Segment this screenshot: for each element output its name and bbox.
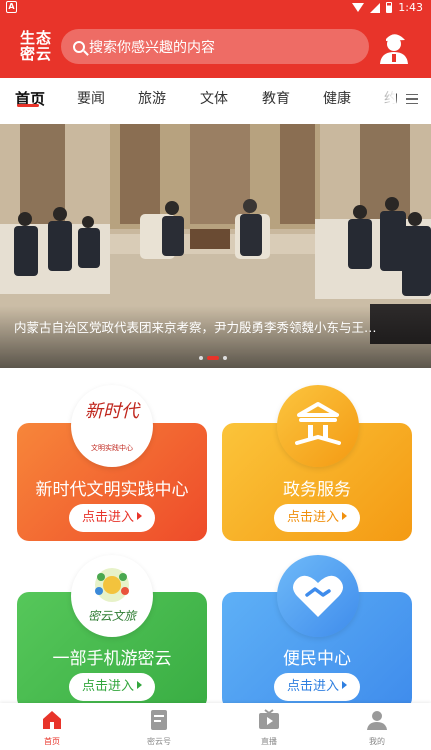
notification-icon: A — [6, 1, 17, 13]
tab-education[interactable]: 教育 — [262, 88, 290, 108]
tab-culture-sports[interactable]: 文体 — [200, 88, 228, 108]
enter-button[interactable]: 点击进入 — [274, 504, 360, 532]
badge-caption: 文明实践中心 — [91, 444, 133, 452]
nav-miyun-account[interactable]: 密云号 — [119, 703, 199, 750]
search-placeholder: 搜索你感兴趣的内容 — [89, 39, 215, 56]
nav-live[interactable]: 直播 — [229, 703, 309, 750]
carousel-dot[interactable] — [223, 356, 227, 360]
civilization-center-badge: 新时代 文明实践中心 — [71, 385, 153, 467]
tab-travel[interactable]: 旅游 — [138, 88, 166, 108]
arrow-right-icon — [137, 512, 142, 520]
tourism-emblem-icon — [95, 568, 129, 602]
enter-button[interactable]: 点击进入 — [274, 673, 360, 701]
nav-home[interactable]: 首页 — [12, 703, 92, 750]
arrow-right-icon — [342, 512, 347, 520]
active-tab-indicator — [17, 104, 39, 107]
enter-button-label: 点击进入 — [81, 679, 134, 694]
app-logo[interactable]: 生态 密云 — [20, 30, 54, 62]
enter-button-label: 点击进入 — [81, 510, 134, 525]
arrow-right-icon — [342, 681, 347, 689]
tab-fade — [366, 78, 396, 118]
nav-label: 直播 — [261, 737, 277, 746]
app-header: A 1:43 生态 密云 搜索你感兴趣的内容 — [0, 0, 431, 78]
carousel-dot-active[interactable] — [207, 356, 219, 360]
nav-profile[interactable]: 我的 — [337, 703, 417, 750]
logo-line-2: 密云 — [20, 45, 53, 63]
government-building-icon — [295, 402, 341, 445]
signal-icon — [370, 2, 381, 13]
carousel-dot[interactable] — [199, 356, 203, 360]
user-avatar-icon[interactable] — [377, 30, 411, 64]
logo-line-1: 生态 — [20, 29, 53, 47]
card-title: 一部手机游密云 — [52, 649, 172, 669]
tab-health[interactable]: 健康 — [323, 88, 351, 108]
battery-icon — [386, 2, 393, 13]
tourism-calligraphy: 密云文旅 — [87, 609, 136, 623]
card-title: 便民中心 — [283, 649, 351, 669]
wifi-icon — [352, 3, 365, 12]
tourism-badge: 密云文旅 — [71, 555, 153, 637]
carousel-indicator — [199, 356, 227, 360]
home-icon — [43, 711, 61, 729]
convenience-badge — [277, 555, 359, 637]
search-icon — [73, 40, 85, 53]
card-title: 新时代文明实践中心 — [35, 480, 189, 500]
enter-button[interactable]: 点击进入 — [69, 673, 155, 701]
status-time: 1:43 — [398, 1, 423, 14]
banner-caption[interactable]: 内蒙古自治区党政代表团来京考察，尹力殷勇李秀领魏小东与王… — [14, 317, 377, 336]
heart-handshake-icon — [293, 575, 343, 617]
card-title: 政务服务 — [283, 480, 351, 500]
nav-label: 首页 — [44, 737, 60, 746]
person-icon — [367, 711, 387, 730]
nav-label: 我的 — [369, 737, 385, 746]
bottom-navigation: 首页 密云号 直播 我的 — [0, 703, 431, 750]
enter-button[interactable]: 点击进入 — [69, 504, 155, 532]
menu-icon[interactable] — [406, 94, 418, 104]
search-input[interactable]: 搜索你感兴趣的内容 — [61, 29, 369, 64]
tv-play-icon — [259, 709, 279, 729]
government-services-badge — [277, 385, 359, 467]
enter-button-label: 点击进入 — [286, 510, 339, 525]
status-bar: A 1:43 — [0, 0, 431, 16]
document-icon — [151, 710, 167, 730]
tab-news[interactable]: 要闻 — [77, 88, 105, 108]
badge-calligraphy: 新时代 — [85, 401, 139, 422]
nav-label: 密云号 — [147, 737, 171, 746]
enter-button-label: 点击进入 — [286, 679, 339, 694]
arrow-right-icon — [137, 681, 142, 689]
